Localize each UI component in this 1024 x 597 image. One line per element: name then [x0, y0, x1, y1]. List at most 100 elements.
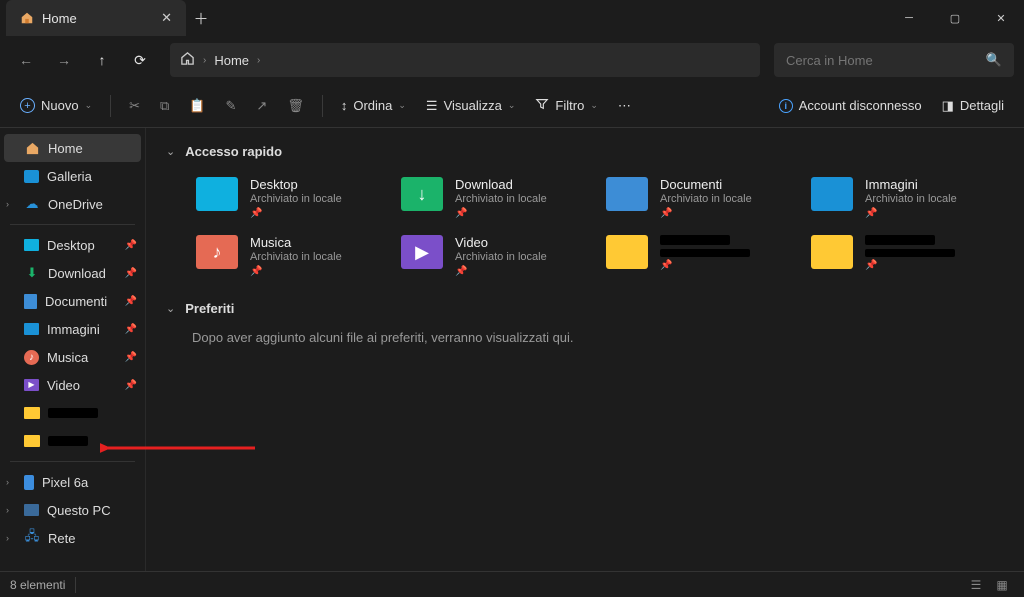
folder-icon — [24, 433, 40, 449]
filter-button[interactable]: Filtro ⌄ — [527, 90, 605, 122]
main-area: Home Galleria › ☁ OneDrive Desktop 📌 ⬇ D… — [0, 128, 1024, 571]
chevron-right-icon: › — [257, 55, 260, 66]
chevron-right-icon[interactable]: › — [6, 505, 9, 515]
folder-icon: ▶ — [401, 235, 443, 269]
maximize-button[interactable]: ▢ — [932, 0, 978, 36]
pin-icon: 📌 — [455, 266, 547, 277]
tiles-view-icon[interactable]: ▦ — [990, 575, 1014, 595]
sidebar-item-folder[interactable] — [0, 399, 145, 427]
trash-icon: 🗑 — [287, 98, 304, 114]
quick-access-tile[interactable]: ↓ Download Archiviato in locale 📌 — [397, 173, 594, 223]
search-field[interactable] — [786, 53, 986, 68]
tab-close-icon[interactable]: ✕ — [161, 10, 172, 26]
breadcrumb-home[interactable]: Home — [214, 53, 249, 68]
redacted-label — [48, 436, 88, 446]
sort-button[interactable]: ↕ Ordina ⌄ — [333, 90, 414, 122]
chevron-right-icon[interactable]: › — [6, 477, 9, 487]
account-status[interactable]: i Account disconnesso — [771, 90, 930, 122]
sidebar-item-download[interactable]: ⬇ Download 📌 — [0, 259, 145, 287]
more-button[interactable]: ⋯ — [610, 90, 639, 122]
sidebar-item-network[interactable]: › 🖧 Rete — [0, 524, 145, 552]
quick-access-tile[interactable]: Desktop Archiviato in locale 📌 — [192, 173, 389, 223]
quick-access-tile[interactable]: ▶ Video Archiviato in locale 📌 — [397, 231, 594, 281]
sidebar-item-video[interactable]: ▶ Video 📌 — [0, 371, 145, 399]
refresh-button[interactable]: ⟳ — [124, 44, 156, 76]
sidebar-item-thispc[interactable]: › Questo PC — [0, 496, 145, 524]
section-favorites[interactable]: ⌄ Preferiti — [166, 301, 1004, 316]
download-icon: ⬇ — [24, 265, 40, 281]
minimize-button[interactable]: ─ — [886, 0, 932, 36]
chevron-down-icon: ⌄ — [508, 100, 516, 111]
quick-access-tile[interactable]: ♪ Musica Archiviato in locale 📌 — [192, 231, 389, 281]
desktop-icon — [24, 239, 39, 251]
close-button[interactable]: ✕ — [978, 0, 1024, 36]
chevron-right-icon[interactable]: › — [6, 199, 9, 209]
view-button[interactable]: ☰ Visualizza ⌄ — [418, 90, 524, 122]
quick-access-tile[interactable]: Immagini Archiviato in locale 📌 — [807, 173, 1004, 223]
gallery-icon — [24, 170, 39, 183]
sidebar-item-desktop[interactable]: Desktop 📌 — [0, 231, 145, 259]
video-icon: ▶ — [24, 379, 39, 391]
tile-info: Musica Archiviato in locale 📌 — [250, 235, 342, 277]
sidebar-item-gallery[interactable]: Galleria — [0, 162, 145, 190]
sidebar-item-pixel[interactable]: › Pixel 6a — [0, 468, 145, 496]
sidebar-item-images[interactable]: Immagini 📌 — [0, 315, 145, 343]
pc-icon — [24, 504, 39, 516]
cut-button[interactable]: ✂ — [121, 90, 148, 122]
plus-icon: + — [20, 98, 35, 113]
nav-bar: ← → ↑ ⟳ › Home › 🔍 — [0, 36, 1024, 84]
sidebar-item-home[interactable]: Home — [4, 134, 141, 162]
copy-button[interactable]: ⧉ — [152, 90, 177, 122]
tile-info: Video Archiviato in locale 📌 — [455, 235, 547, 277]
pin-icon: 📌 — [250, 208, 342, 219]
details-button[interactable]: ◨ Dettagli — [934, 90, 1012, 122]
share-icon: ↗ — [256, 98, 267, 114]
pin-icon: 📌 — [660, 260, 750, 271]
sort-icon: ↕ — [341, 98, 348, 113]
favorites-empty-text: Dopo aver aggiunto alcuni file ai prefer… — [192, 330, 1004, 345]
sidebar-item-folder[interactable] — [0, 427, 145, 455]
tab-title: Home — [42, 11, 77, 26]
delete-button[interactable]: 🗑 — [279, 90, 312, 122]
tab-home[interactable]: Home ✕ — [6, 0, 186, 36]
pin-icon: 📌 — [865, 208, 957, 219]
home-icon — [180, 51, 195, 69]
title-bar: Home ✕ ＋ ─ ▢ ✕ — [0, 0, 1024, 36]
rename-button[interactable]: ✎ — [218, 90, 245, 122]
paste-icon: 📋 — [189, 98, 205, 114]
folder-icon — [196, 177, 238, 211]
chevron-down-icon: ⌄ — [590, 100, 598, 111]
rename-icon: ✎ — [226, 98, 237, 114]
music-icon: ♪ — [24, 350, 39, 365]
new-tab-button[interactable]: ＋ — [186, 8, 216, 29]
breadcrumb[interactable]: › Home › — [170, 43, 760, 77]
section-quick-access[interactable]: ⌄ Accesso rapido — [166, 144, 1004, 159]
pin-icon: 📌 — [455, 208, 547, 219]
back-button[interactable]: ← — [10, 44, 42, 76]
quick-access-tile[interactable]: 📌 — [807, 231, 1004, 281]
search-input[interactable]: 🔍 — [774, 43, 1014, 77]
forward-button[interactable]: → — [48, 44, 80, 76]
copy-icon: ⧉ — [160, 98, 169, 114]
chevron-right-icon[interactable]: › — [6, 533, 9, 543]
sidebar-item-onedrive[interactable]: › ☁ OneDrive — [0, 190, 145, 218]
up-button[interactable]: ↑ — [86, 44, 118, 76]
home-icon — [20, 11, 34, 25]
quick-access-tile[interactable]: Documenti Archiviato in locale 📌 — [602, 173, 799, 223]
chevron-down-icon: ⌄ — [85, 100, 93, 111]
details-view-icon[interactable]: ☰ — [964, 575, 988, 595]
folder-icon: ↓ — [401, 177, 443, 211]
quick-access-tile[interactable]: 📌 — [602, 231, 799, 281]
pin-icon: 📌 — [125, 352, 137, 363]
paste-button[interactable]: 📋 — [181, 90, 213, 122]
pin-icon: 📌 — [125, 240, 137, 251]
tile-info: Desktop Archiviato in locale 📌 — [250, 177, 342, 219]
cloud-icon: ☁ — [24, 196, 40, 212]
new-button[interactable]: + Nuovo ⌄ — [12, 90, 100, 122]
filter-icon — [535, 97, 549, 114]
sidebar-item-documents[interactable]: Documenti 📌 — [0, 287, 145, 315]
share-button[interactable]: ↗ — [248, 90, 275, 122]
phone-icon — [24, 475, 34, 490]
sidebar-item-music[interactable]: ♪ Musica 📌 — [0, 343, 145, 371]
folder-icon — [606, 235, 648, 269]
